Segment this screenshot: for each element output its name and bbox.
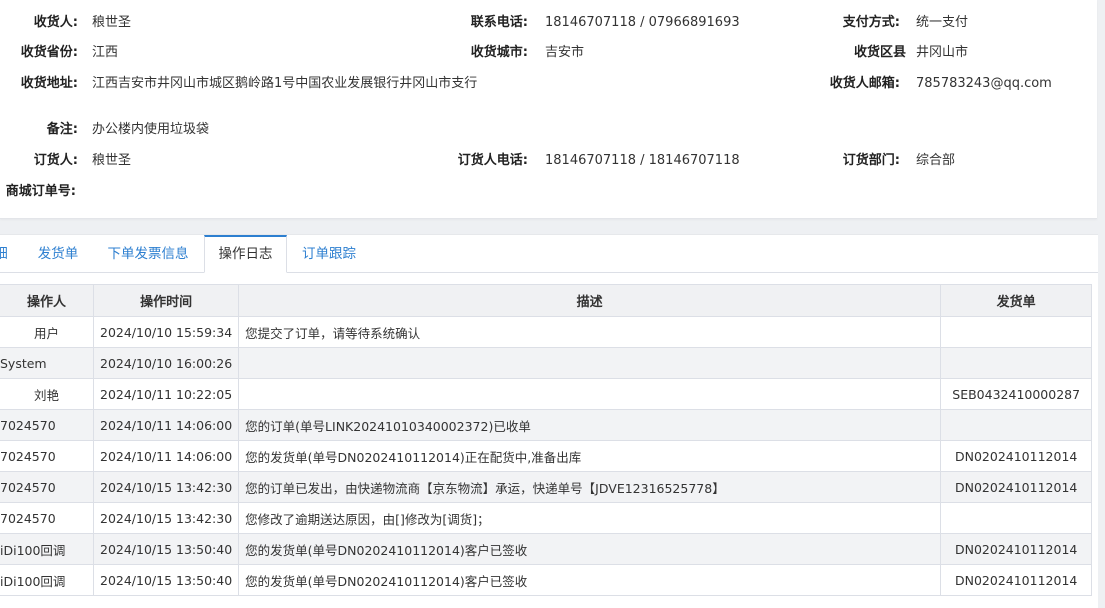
district-label: 收货区县 xyxy=(853,45,906,60)
description-cell: 您修改了逾期送达原因，由[]修改为[调货]； xyxy=(238,502,942,534)
header-description: 描述 xyxy=(238,284,942,317)
table-row: 用户 2024/10/10 15:59:34 您提交了订单，请等待系统确认 xyxy=(0,316,1093,348)
table-header-row: 操作人 操作时间 描述 发货单 xyxy=(0,284,1093,317)
email-label: 收货人邮箱: xyxy=(829,76,900,91)
description-cell: 您的发货单(单号DN0202410112014)客户已签收 xyxy=(238,533,942,565)
table-row: 7024570 2024/10/11 14:06:00 您的发货单(单号DN02… xyxy=(0,440,1093,472)
time-cell: 2024/10/15 13:50:40 xyxy=(92,564,240,596)
time-cell: 2024/10/15 13:50:40 xyxy=(92,533,240,565)
operator-cell: 刘艳 xyxy=(0,378,94,410)
delivery-note-cell: DN0202410112014 xyxy=(940,564,1093,596)
time-cell: 2024/10/10 15:59:34 xyxy=(92,316,240,348)
province-value: 江西 xyxy=(92,45,119,60)
tab-operation-log[interactable]: 操作日志 xyxy=(204,235,287,273)
district-value: 井冈山市 xyxy=(916,45,969,60)
city-label: 收货城市: xyxy=(470,45,528,60)
table-row: System 2024/10/10 16:00:26 xyxy=(0,347,1093,379)
delivery-note-cell xyxy=(940,347,1093,379)
table-row: 7024570 2024/10/15 13:42:30 您修改了逾期送达原因，由… xyxy=(0,502,1093,534)
time-cell: 2024/10/15 13:42:30 xyxy=(92,502,240,534)
mall-order-number-label: 商城订单号: xyxy=(5,184,76,199)
table-row: 刘艳 2024/10/11 10:22:05 SEB0432410000287 xyxy=(0,378,1093,410)
department-value: 综合部 xyxy=(916,153,956,168)
department-label: 订货部门: xyxy=(842,153,900,168)
delivery-note-cell xyxy=(940,316,1093,348)
time-cell: 2024/10/10 16:00:26 xyxy=(92,347,240,379)
description-cell xyxy=(238,347,942,379)
operator-cell: iDi100回调 xyxy=(0,533,94,565)
delivery-note-cell xyxy=(940,502,1093,534)
orderer-phone-label: 订货人电话: xyxy=(457,153,528,168)
operator-cell: System xyxy=(0,347,94,379)
tab-bar: 细 发货单 下单发票信息 操作日志 订单跟踪 xyxy=(0,235,1098,273)
remark-label: 备注: xyxy=(46,122,78,137)
delivery-note-cell: DN0202410112014 xyxy=(940,533,1093,565)
city-value: 吉安市 xyxy=(545,45,585,60)
table-row: 7024570 2024/10/11 14:06:00 您的订单(单号LINK2… xyxy=(0,409,1093,441)
detail-tabs-panel: 细 发货单 下单发票信息 操作日志 订单跟踪 操作人 操作时间 描述 发货单 用… xyxy=(0,234,1098,608)
tab-invoice-info[interactable]: 下单发票信息 xyxy=(100,235,196,272)
orderer-value: 稂世圣 xyxy=(92,153,132,168)
delivery-note-cell: DN0202410112014 xyxy=(940,471,1093,503)
tab-order-tracking[interactable]: 订单跟踪 xyxy=(294,235,364,272)
province-label: 收货省份: xyxy=(20,45,78,60)
time-cell: 2024/10/11 14:06:00 xyxy=(92,409,240,441)
address-value: 江西吉安市井冈山市城区鹅岭路1号中国农业发展银行井冈山市支行 xyxy=(92,76,478,91)
description-cell xyxy=(238,378,942,410)
header-delivery-note: 发货单 xyxy=(940,284,1093,317)
receiver-label: 收货人: xyxy=(33,15,78,30)
time-cell: 2024/10/11 10:22:05 xyxy=(92,378,240,410)
table-row: iDi100回调 2024/10/15 13:50:40 您的发货单(单号DN0… xyxy=(0,564,1093,596)
operator-cell: 7024570 xyxy=(0,440,94,472)
payment-method-value: 统一支付 xyxy=(916,15,969,30)
header-operation-time: 操作时间 xyxy=(92,284,240,317)
time-cell: 2024/10/11 14:06:00 xyxy=(92,440,240,472)
remark-value: 办公楼内使用垃圾袋 xyxy=(92,122,210,137)
operator-cell: 7024570 xyxy=(0,471,94,503)
receiver-value: 稂世圣 xyxy=(92,15,132,30)
orderer-phone-value: 18146707118 / 18146707118 xyxy=(545,153,740,168)
tab-delivery-note[interactable]: 发货单 xyxy=(28,235,88,272)
description-cell: 您的发货单(单号DN0202410112014)客户已签收 xyxy=(238,564,942,596)
phone-label: 联系电话: xyxy=(470,15,528,30)
delivery-note-cell xyxy=(940,409,1093,441)
operator-cell: 7024570 xyxy=(0,502,94,534)
operation-log-table: 操作人 操作时间 描述 发货单 用户 2024/10/10 15:59:34 您… xyxy=(0,284,1093,596)
operator-cell: 7024570 xyxy=(0,409,94,441)
operator-cell: 用户 xyxy=(0,316,94,348)
table-row: iDi100回调 2024/10/15 13:50:40 您的发货单(单号DN0… xyxy=(0,533,1093,565)
time-cell: 2024/10/15 13:42:30 xyxy=(92,471,240,503)
address-label: 收货地址: xyxy=(20,76,78,91)
payment-method-label: 支付方式: xyxy=(842,15,900,30)
delivery-note-cell: DN0202410112014 xyxy=(940,440,1093,472)
header-operator: 操作人 xyxy=(0,284,94,317)
description-cell: 您的订单(单号LINK20241010340002372)已收单 xyxy=(238,409,942,441)
description-cell: 您的发货单(单号DN0202410112014)正在配货中,准备出库 xyxy=(238,440,942,472)
description-cell: 您提交了订单，请等待系统确认 xyxy=(238,316,942,348)
phone-value: 18146707118 / 07966891693 xyxy=(545,15,740,30)
description-cell: 您的订单已发出，由快递物流商【京东物流】承运，快递单号【JDVE12316525… xyxy=(238,471,942,503)
orderer-label: 订货人: xyxy=(33,153,78,168)
delivery-note-cell: SEB0432410000287 xyxy=(940,378,1093,410)
email-value: 785783243@qq.com xyxy=(916,76,1052,91)
operator-cell: iDi100回调 xyxy=(0,564,94,596)
tab-detail[interactable]: 细 xyxy=(0,235,9,272)
order-info-panel: 收货人: 稂世圣 联系电话: 18146707118 / 07966891693… xyxy=(0,0,1097,219)
table-row: 7024570 2024/10/15 13:42:30 您的订单已发出，由快递物… xyxy=(0,471,1093,503)
